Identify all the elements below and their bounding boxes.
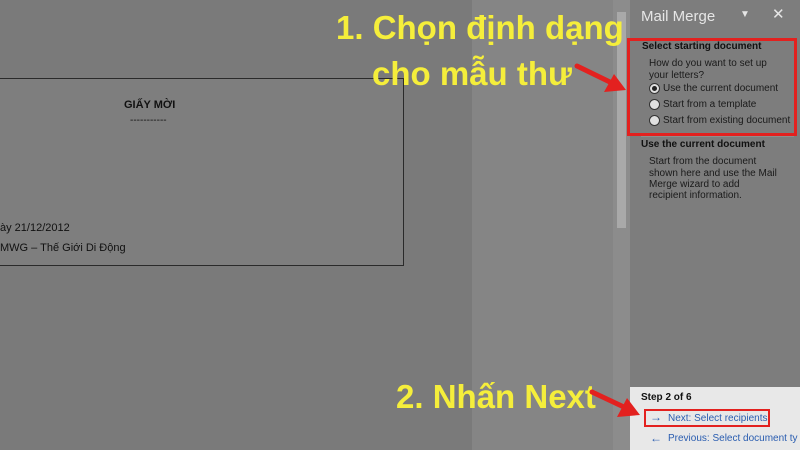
annotation-step1-line2: cho mẫu thư xyxy=(372,55,572,92)
info-text-line3: Merge wizard to add xyxy=(649,179,740,190)
highlight-next-link xyxy=(644,409,770,427)
invitation-frame xyxy=(0,78,404,266)
info-heading: Use the current document xyxy=(641,139,765,150)
highlight-select-starting xyxy=(627,38,797,136)
info-text-line1: Start from the document xyxy=(649,156,757,167)
step-indicator: Step 2 of 6 xyxy=(641,392,692,403)
previous-select-document-link[interactable]: Previous: Select document ty xyxy=(668,433,798,444)
info-text-line2: shown here and use the Mail xyxy=(649,168,777,179)
chevron-down-icon[interactable]: ▼ xyxy=(740,9,750,20)
arrow-left-icon[interactable]: ← xyxy=(650,431,662,445)
invitation-title: GIẤY MỜI xyxy=(124,99,176,111)
annotation-step1-line1: 1. Chọn định dạng xyxy=(336,9,624,46)
title-underline: ----------- xyxy=(130,115,167,126)
company-line: MWG – Thế Giới Di Động xyxy=(0,242,126,254)
section-divider xyxy=(641,136,794,137)
close-icon[interactable]: ✕ xyxy=(772,5,785,23)
info-text-line4: recipient information. xyxy=(649,190,742,201)
annotation-step2: 2. Nhấn Next xyxy=(396,378,596,415)
panel-title: Mail Merge xyxy=(641,8,716,25)
date-line: ày 21/12/2012 xyxy=(0,222,70,234)
